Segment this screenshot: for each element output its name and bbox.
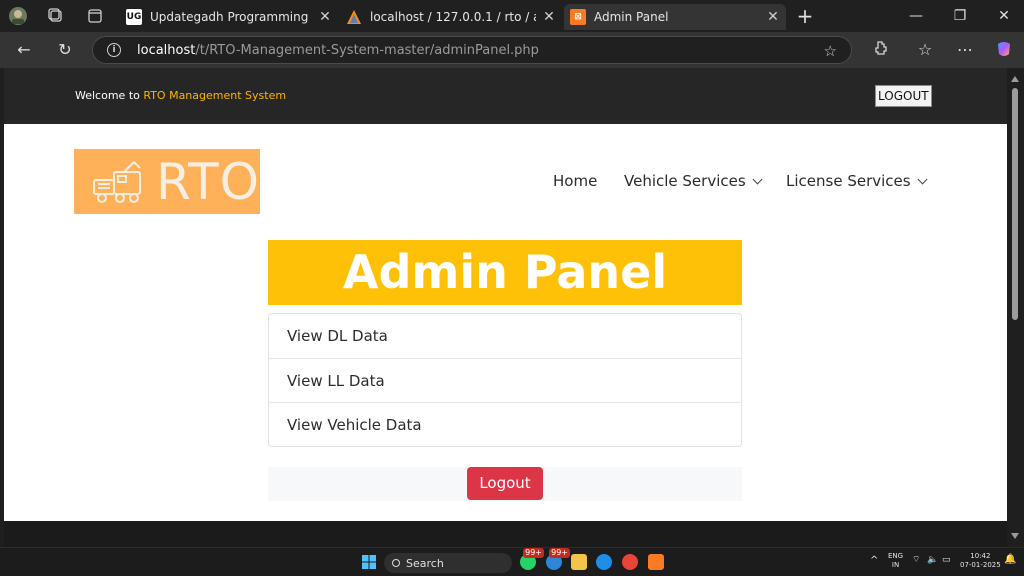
page-title: Admin Panel xyxy=(268,240,742,305)
nav-home-label: Home xyxy=(553,172,598,190)
url-path: /t/RTO-Management-System-master/adminPan… xyxy=(195,42,539,58)
list-item-view-vehicle[interactable]: View Vehicle Data xyxy=(269,402,741,446)
url-bar[interactable]: i localhost /t/RTO-Management-System-mas… xyxy=(92,36,852,64)
browser-tab-strip: UG Updategadh Programming - Upd ✕ localh… xyxy=(0,0,1024,32)
tab-phpmyadmin[interactable]: localhost / 127.0.0.1 / rto / admin ✕ xyxy=(340,4,562,30)
tab-title: localhost / 127.0.0.1 / rto / admin xyxy=(370,10,536,24)
back-icon[interactable]: ← xyxy=(14,40,34,60)
list-item-view-dl[interactable]: View DL Data xyxy=(269,314,741,358)
restore-icon[interactable]: ❐ xyxy=(950,6,970,26)
whatsapp-icon[interactable]: 99+ xyxy=(520,548,544,570)
tab-actions-icon[interactable] xyxy=(85,6,105,26)
refresh-icon[interactable]: ↻ xyxy=(55,40,75,60)
top-logout-button[interactable]: LOGOUT xyxy=(875,85,932,107)
tow-truck-icon xyxy=(92,160,141,203)
logout-button[interactable]: Logout xyxy=(467,467,543,500)
url-host: localhost xyxy=(137,42,196,58)
xampp-icon[interactable] xyxy=(648,554,664,570)
tab-title: Updategadh Programming - Upd xyxy=(150,10,312,24)
lang-top: ENG xyxy=(888,552,904,560)
favorite-star-icon[interactable]: ☆ xyxy=(824,42,837,60)
new-tab-icon[interactable]: + xyxy=(795,6,815,26)
nav-license-services[interactable]: License Services xyxy=(786,172,928,190)
more-options-icon[interactable]: ⋯ xyxy=(955,40,975,60)
notification-badge: 99+ xyxy=(523,548,544,558)
taskbar-search[interactable]: Search xyxy=(384,553,512,573)
wifi-icon[interactable]: ⌔ xyxy=(912,556,920,565)
taskbar-search-label: Search xyxy=(406,556,444,570)
updategadh-favicon-icon: UG xyxy=(126,9,142,25)
close-tab-icon[interactable]: ✕ xyxy=(542,9,556,25)
workspaces-icon[interactable] xyxy=(46,6,66,26)
logo-text: RTO xyxy=(155,152,260,211)
page-scrollbar[interactable] xyxy=(1007,68,1024,547)
nav-license-label: License Services xyxy=(786,172,911,190)
clock-time: 10:42 xyxy=(970,552,991,560)
tab-updategadh[interactable]: UG Updategadh Programming - Upd ✕ xyxy=(120,4,338,30)
welcome-text: Welcome to RTO Management System xyxy=(75,89,286,102)
site-logo[interactable]: RTO xyxy=(74,149,260,214)
scroll-down-icon[interactable] xyxy=(1011,533,1019,539)
file-explorer-icon[interactable] xyxy=(571,554,587,570)
chrome-browser-icon[interactable] xyxy=(622,554,638,570)
site-info-icon[interactable]: i xyxy=(107,43,121,57)
notifications-icon[interactable]: 🔔 xyxy=(1004,555,1016,565)
nav-vehicle-label: Vehicle Services xyxy=(624,172,746,190)
extensions-icon[interactable] xyxy=(870,40,890,60)
nav-vehicle-services[interactable]: Vehicle Services xyxy=(624,172,763,190)
lang-bottom: IN xyxy=(891,561,900,569)
admin-menu-list: View DL Data View LL Data View Vehicle D… xyxy=(268,313,742,447)
taskbar: Search 99+ 99+ ^ ENG IN ⌔ 🔈 ▭ 10:42 07-0… xyxy=(0,547,1024,576)
address-toolbar: ← ↻ i localhost /t/RTO-Management-System… xyxy=(0,32,1024,68)
chevron-down-icon xyxy=(917,174,928,184)
scroll-up-icon[interactable] xyxy=(1011,76,1019,82)
edge-browser-icon[interactable] xyxy=(596,554,612,570)
xampp-favicon-icon: ⊠ xyxy=(570,9,586,25)
welcome-prefix: Welcome to xyxy=(75,89,140,102)
phpmyadmin-favicon-icon xyxy=(346,9,362,25)
close-window-icon[interactable]: ✕ xyxy=(994,6,1014,26)
notification-badge: 99+ xyxy=(549,548,570,558)
page-viewport: Welcome to RTO Management System LOGOUT … xyxy=(4,68,1007,547)
windows-start-icon[interactable] xyxy=(361,554,377,570)
clock[interactable]: 10:42 07-01-2025 xyxy=(960,552,1001,570)
profile-avatar-icon[interactable] xyxy=(8,6,28,26)
show-hidden-icons-icon[interactable]: ^ xyxy=(870,556,878,566)
battery-icon[interactable]: ▭ xyxy=(942,556,951,565)
copilot-icon[interactable] xyxy=(994,40,1014,60)
page-footer xyxy=(4,521,1007,547)
chevron-down-icon xyxy=(752,174,763,184)
tab-admin-panel[interactable]: ⊠ Admin Panel ✕ xyxy=(564,4,786,30)
close-tab-icon[interactable]: ✕ xyxy=(318,9,332,25)
logout-container: Logout xyxy=(268,467,742,501)
minimize-icon[interactable]: — xyxy=(906,6,926,26)
close-tab-icon[interactable]: ✕ xyxy=(766,9,780,25)
clock-date: 07-01-2025 xyxy=(960,561,1001,569)
messenger-app-icon[interactable]: 99+ xyxy=(546,548,570,570)
list-item-view-ll[interactable]: View LL Data xyxy=(269,358,741,402)
search-icon xyxy=(392,559,400,567)
favorites-icon[interactable]: ☆ xyxy=(915,40,935,60)
top-bar: Welcome to RTO Management System LOGOUT xyxy=(4,68,1007,124)
nav-home[interactable]: Home xyxy=(553,172,597,190)
volume-icon[interactable]: 🔈 xyxy=(927,556,938,565)
language-indicator[interactable]: ENG IN xyxy=(888,552,903,570)
welcome-brand-link[interactable]: RTO Management System xyxy=(143,89,286,102)
tab-title: Admin Panel xyxy=(594,10,669,24)
scroll-thumb[interactable] xyxy=(1012,88,1018,320)
